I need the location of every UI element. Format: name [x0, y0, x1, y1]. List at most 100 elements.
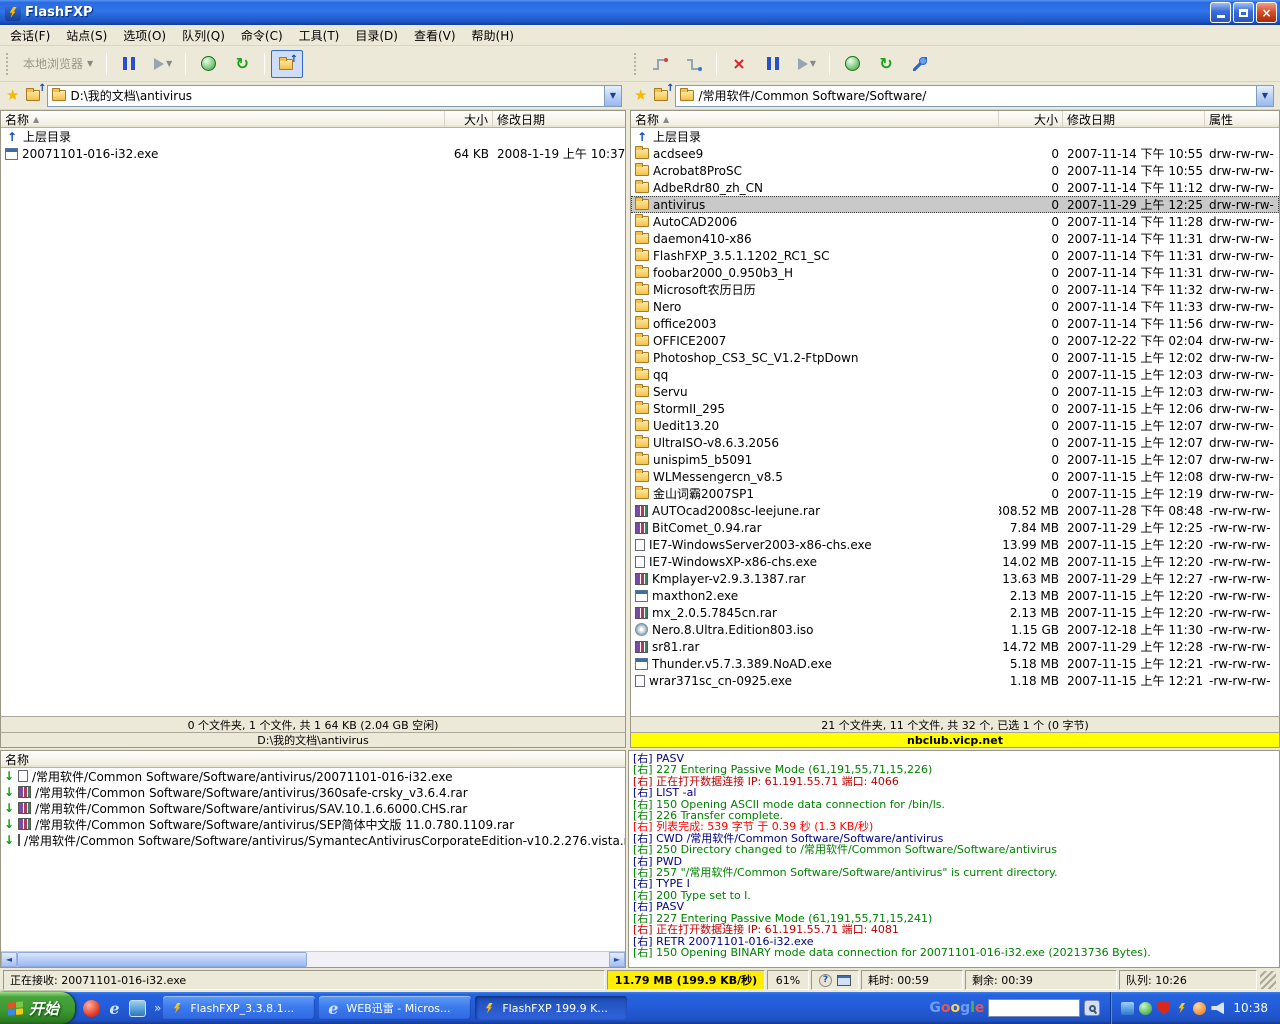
favorites-star-icon[interactable]: ★	[634, 88, 647, 103]
quick-connect-button[interactable]	[678, 50, 710, 78]
google-search-input[interactable]	[988, 999, 1080, 1017]
menu-item[interactable]: 站点(S)	[58, 25, 115, 46]
file-row[interactable]: Servu02007-11-15 上午 12:03drw-rw-rw-	[631, 383, 1279, 400]
queue-list[interactable]: ↓/常用软件/Common Software/Software/antiviru…	[1, 768, 625, 951]
media-player-icon[interactable]	[83, 1000, 100, 1017]
remote-file-list[interactable]: ↑上层目录acdsee902007-11-14 下午 10:55drw-rw-r…	[631, 128, 1279, 716]
start-transfer-button[interactable]: ▼	[147, 50, 179, 78]
file-row[interactable]: OFFICE200702007-12-22 下午 02:04drw-rw-rw-	[631, 332, 1279, 349]
file-row[interactable]: BitComet_0.94.rar7.84 MB2007-11-29 上午 12…	[631, 519, 1279, 536]
refresh-button[interactable]: ↻	[870, 50, 902, 78]
flashfxp-tray-icon[interactable]	[1175, 1002, 1188, 1015]
scroll-thumb[interactable]	[17, 952, 307, 967]
column-header-date[interactable]: 修改日期	[493, 111, 625, 127]
menu-item[interactable]: 目录(D)	[347, 25, 406, 46]
file-row[interactable]: ↑上层目录	[631, 128, 1279, 145]
column-header-attr[interactable]: 属性	[1205, 111, 1279, 127]
file-row[interactable]: AutoCAD200602007-11-14 下午 11:28drw-rw-rw…	[631, 213, 1279, 230]
maximize-button[interactable]	[1233, 2, 1254, 23]
file-row[interactable]: IE7-WindowsXP-x86-chs.exe14.02 MB2007-11…	[631, 553, 1279, 570]
taskbar-button[interactable]: FlashFXP_3.3.8.1...	[163, 996, 315, 1020]
file-row[interactable]: Microsoft农历日历02007-11-14 下午 11:32drw-rw-…	[631, 281, 1279, 298]
file-row[interactable]: daemon410-x8602007-11-14 下午 11:31drw-rw-…	[631, 230, 1279, 247]
file-row[interactable]: 金山词霸2007SP102007-11-15 上午 12:19drw-rw-rw…	[631, 485, 1279, 502]
column-header-name[interactable]: 名称	[1, 751, 625, 767]
column-header-name[interactable]: 名称▲	[1, 111, 445, 127]
file-row[interactable]: mx_2.0.5.7845cn.rar2.13 MB2007-11-15 上午 …	[631, 604, 1279, 621]
column-header-size[interactable]: 大小	[999, 111, 1063, 127]
horizontal-scrollbar[interactable]: ◄ ►	[1, 951, 625, 967]
taskbar-button[interactable]: FlashFXP 199.9 K...	[475, 996, 627, 1020]
internet-explorer-icon[interactable]: e	[106, 1000, 123, 1017]
local-browser-button[interactable]: 本地浏览器 ▼	[15, 52, 101, 76]
pause-transfer-button[interactable]	[757, 50, 789, 78]
file-row[interactable]: antivirus02007-11-29 上午 12:25drw-rw-rw-	[631, 196, 1279, 213]
download-manager-icon[interactable]	[1193, 1002, 1206, 1015]
file-row[interactable]: Acrobat8ProSC02007-11-14 下午 10:55drw-rw-…	[631, 162, 1279, 179]
queue-item[interactable]: ↓/常用软件/Common Software/Software/antiviru…	[1, 784, 625, 800]
taskbar-clock[interactable]: 10:38	[1233, 1001, 1268, 1015]
volume-icon[interactable]	[1211, 1002, 1224, 1015]
file-row[interactable]: Nero.8.Ultra.Edition803.iso1.15 GB2007-1…	[631, 621, 1279, 638]
parent-folder-button[interactable]: ↑	[651, 87, 671, 105]
column-header-size[interactable]: 大小	[445, 111, 493, 127]
file-row[interactable]: maxthon2.exe2.13 MB2007-11-15 上午 12:20-r…	[631, 587, 1279, 604]
file-row[interactable]: office200302007-11-14 下午 11:56drw-rw-rw-	[631, 315, 1279, 332]
pause-transfer-button[interactable]	[113, 50, 145, 78]
start-transfer-button[interactable]: ▼	[791, 50, 823, 78]
local-file-list[interactable]: ↑上层目录20071101-016-i32.exe64 KB2008-1-19 …	[1, 128, 625, 716]
menu-item[interactable]: 队列(Q)	[174, 25, 233, 46]
help-icon[interactable]: ?	[819, 974, 832, 987]
file-row[interactable]: Kmplayer-v2.9.3.1387.rar13.63 MB2007-11-…	[631, 570, 1279, 587]
show-desktop-icon[interactable]	[129, 1000, 146, 1017]
file-row[interactable]: wrar371sc_cn-0925.exe1.18 MB2007-11-15 上…	[631, 672, 1279, 689]
menu-item[interactable]: 查看(V)	[406, 25, 464, 46]
file-row[interactable]: FlashFXP_3.5.1.1202_RC1_SC02007-11-14 下午…	[631, 247, 1279, 264]
scroll-right-button[interactable]: ►	[609, 952, 625, 967]
queue-item[interactable]: ↓/常用软件/Common Software/Software/antiviru…	[1, 768, 625, 784]
green-status-icon[interactable]	[1139, 1002, 1152, 1015]
ime-icon[interactable]	[1121, 1002, 1134, 1015]
file-row[interactable]: UltraISO-v8.6.3.205602007-11-15 上午 12:07…	[631, 434, 1279, 451]
combo-dropdown-button[interactable]: ▼	[1256, 86, 1273, 106]
file-row[interactable]: acdsee902007-11-14 下午 10:55drw-rw-rw-	[631, 145, 1279, 162]
queue-item[interactable]: ↓/常用软件/Common Software/Software/antiviru…	[1, 800, 625, 816]
file-row[interactable]: qq02007-11-15 上午 12:03drw-rw-rw-	[631, 366, 1279, 383]
refresh-button[interactable]: ↻	[226, 50, 258, 78]
file-row[interactable]: Photoshop_CS3_SC_V1.2-FtpDown02007-11-15…	[631, 349, 1279, 366]
scroll-left-button[interactable]: ◄	[1, 952, 17, 967]
file-row[interactable]: AdbeRdr80_zh_CN02007-11-14 下午 11:12drw-r…	[631, 179, 1279, 196]
file-row[interactable]: ↑上层目录	[1, 128, 625, 145]
close-button[interactable]: ×	[1256, 2, 1277, 23]
column-header-date[interactable]: 修改日期	[1063, 111, 1205, 127]
menu-item[interactable]: 会话(F)	[2, 25, 58, 46]
favorites-star-icon[interactable]: ★	[6, 88, 19, 103]
search-button[interactable]	[1084, 1000, 1100, 1016]
queue-item[interactable]: ↓/常用软件/Common Software/Software/antiviru…	[1, 816, 625, 832]
file-row[interactable]: unispim5_b509102007-11-15 上午 12:07drw-rw…	[631, 451, 1279, 468]
file-row[interactable]: AUTOcad2008sc-leejune.rar808.52 MB2007-1…	[631, 502, 1279, 519]
site-transfer-button[interactable]	[192, 50, 224, 78]
file-row[interactable]: 20071101-016-i32.exe64 KB2008-1-19 上午 10…	[1, 145, 625, 162]
connect-button[interactable]	[644, 50, 676, 78]
compare-folders-button[interactable]: ↑	[271, 50, 303, 78]
minimize-button[interactable]	[1210, 2, 1231, 23]
taskbar-button[interactable]: eWEB迅雷 - Micros...	[319, 996, 471, 1020]
local-path-combo[interactable]: D:\我的文档\antivirus ▼	[47, 85, 622, 107]
scroll-track[interactable]	[17, 952, 609, 967]
site-transfer-button[interactable]	[836, 50, 868, 78]
menu-item[interactable]: 选项(O)	[115, 25, 174, 46]
antivirus-shield-icon[interactable]	[1157, 1002, 1170, 1015]
resize-grip[interactable]	[1260, 971, 1276, 989]
menu-item[interactable]: 帮助(H)	[464, 25, 522, 46]
file-row[interactable]: sr81.rar14.72 MB2007-11-29 上午 12:28-rw-r…	[631, 638, 1279, 655]
file-row[interactable]: Nero02007-11-14 下午 11:33drw-rw-rw-	[631, 298, 1279, 315]
file-row[interactable]: StormII_29502007-11-15 上午 12:06drw-rw-rw…	[631, 400, 1279, 417]
file-row[interactable]: IE7-WindowsServer2003-x86-chs.exe13.99 M…	[631, 536, 1279, 553]
menu-item[interactable]: 工具(T)	[291, 25, 348, 46]
file-row[interactable]: Thunder.v5.7.3.389.NoAD.exe5.18 MB2007-1…	[631, 655, 1279, 672]
combo-dropdown-button[interactable]: ▼	[604, 86, 621, 106]
remote-path-combo[interactable]: /常用软件/Common Software/Software/ ▼	[675, 85, 1274, 107]
file-row[interactable]: foobar2000_0.950b3_H02007-11-14 下午 11:31…	[631, 264, 1279, 281]
start-button[interactable]: 开始	[0, 992, 75, 1024]
